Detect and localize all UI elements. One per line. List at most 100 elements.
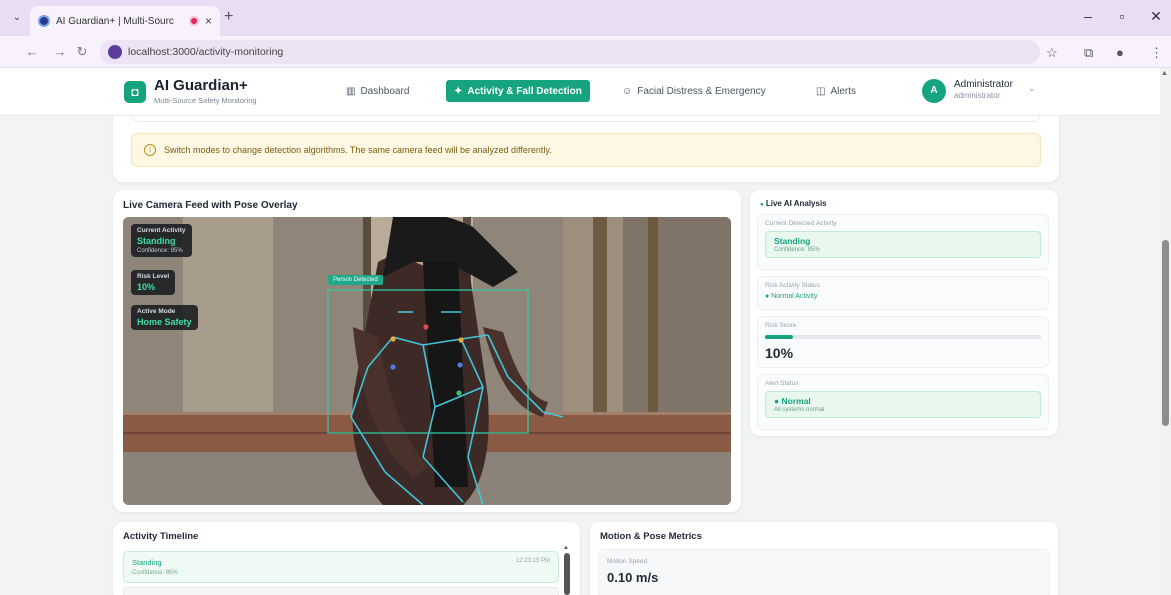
current-activity-box: Standing Confidence: 85%	[765, 231, 1041, 258]
tab-search-chevron-icon[interactable]: ⌄	[8, 10, 26, 26]
nav-dashboard[interactable]: ▥ Dashboard	[338, 80, 417, 102]
ai-analysis-title-text: Live AI Analysis	[765, 199, 827, 208]
pose-skeleton-line	[460, 338, 484, 388]
nav-alerts[interactable]: ◫ Alerts	[808, 80, 864, 102]
risk-score-section: Risk Score 10%	[757, 316, 1049, 368]
activity-icon: ✦	[454, 85, 463, 97]
timeline-item-time: 12:23:15 PM	[515, 558, 550, 564]
recording-indicator-icon	[188, 16, 199, 26]
pose-keypoint	[458, 337, 464, 343]
risk-status-section: Risk Activity Status ● Normal Activity	[757, 276, 1049, 310]
info-banner: i Switch modes to change detection algor…	[131, 133, 1041, 167]
pose-skeleton-line	[467, 386, 484, 458]
nav-alerts-label: Alerts	[830, 85, 857, 97]
new-tab-button[interactable]: +	[224, 8, 233, 26]
nav-activity-fall-detection[interactable]: ✦ Activity & Fall Detection	[446, 80, 590, 102]
site-info-icon[interactable]	[108, 45, 122, 59]
nav-activity-label: Activity & Fall Detection	[467, 85, 582, 97]
ai-analysis-title: ● Live AI Analysis	[760, 199, 827, 208]
timeline-item-activity: Standing	[132, 558, 162, 567]
overlay-active-mode: Active Mode Home Safety	[131, 305, 198, 330]
risk-status-value: ● Normal Activity	[765, 293, 818, 300]
tab-favicon-icon	[38, 15, 50, 27]
page-scroll-up-icon[interactable]: ▲	[1161, 70, 1168, 77]
overlay-mode-value: Home Safety	[137, 317, 192, 327]
activity-timeline-title: Activity Timeline	[123, 531, 199, 542]
browser-toolbar: ← → ↻ localhost:3000/activity-monitoring…	[0, 36, 1171, 68]
url-text: localhost:3000/activity-monitoring	[128, 46, 284, 58]
forward-arrow-icon[interactable]: →	[52, 44, 68, 59]
extensions-icon[interactable]: ⧉	[1084, 45, 1093, 61]
pose-skeleton-line	[434, 386, 484, 408]
current-activity-confidence: Confidence: 85%	[774, 247, 820, 253]
browser-menu-icon[interactable]: ⋮	[1150, 45, 1163, 61]
timeline-item[interactable]: Standing Confidence: 85% 12:23:15 PM	[123, 551, 559, 583]
tab-title: AI Guardian+ | Multi-Sourc	[56, 15, 174, 27]
browser-tab-strip: ⌄ AI Guardian+ | Multi-Sourc × + – ▫ ✕	[0, 0, 1171, 36]
timeline-item[interactable]	[123, 587, 559, 595]
alert-status-value: ● Normal	[774, 396, 811, 406]
nav-dashboard-label: Dashboard	[360, 85, 410, 97]
overlay-risk-label: Risk Level	[137, 273, 170, 280]
timeline-item-confidence: Confidence: 85%	[132, 570, 178, 576]
page-scrollbar-thumb[interactable]	[1162, 240, 1169, 426]
face-icon: ☺	[622, 85, 633, 97]
pose-keypoint	[456, 390, 462, 396]
pose-skeleton-line	[422, 456, 464, 503]
alert-status-section: Alert Status ● Normal All systems normal	[757, 374, 1049, 430]
overlay-risk-level: Risk Level 10%	[131, 270, 176, 295]
overlay-current-activity: Current Activity Standing Confidence: 85…	[131, 224, 192, 257]
user-menu-chevron-icon[interactable]: ⌄	[1028, 83, 1036, 94]
nav-facial-distress[interactable]: ☺ Facial Distress & Emergency	[614, 80, 774, 102]
nav-facial-label: Facial Distress & Emergency	[637, 85, 766, 97]
risk-score-label: Risk Score	[765, 322, 797, 329]
pose-keypoint	[390, 364, 396, 370]
risk-score-bar	[765, 335, 1041, 339]
motion-metrics-title: Motion & Pose Metrics	[600, 531, 702, 542]
motion-speed-label: Motion Speed	[607, 558, 648, 565]
user-role: administrator	[954, 91, 1001, 100]
overlay-mode-label: Active Mode	[137, 308, 176, 315]
camera-feed: Current Activity Standing Confidence: 85…	[123, 217, 731, 505]
alert-status-box: ● Normal All systems normal	[765, 391, 1041, 418]
pose-skeleton-line	[350, 416, 386, 473]
alert-status-sub: All systems normal	[774, 407, 825, 413]
brand-name: AI Guardian+	[154, 77, 248, 94]
timeline-scroll-up-icon[interactable]: ▲	[563, 545, 569, 551]
info-banner-text: Switch modes to change detection algorit…	[164, 145, 552, 155]
restore-icon[interactable]: ▫	[1112, 8, 1132, 24]
camera-feed-title: Live Camera Feed with Pose Overlay	[123, 200, 298, 211]
pose-skeleton-line	[487, 334, 509, 378]
pose-keypoint	[423, 324, 429, 330]
info-icon: i	[144, 144, 156, 156]
current-activity-section: Current Detected Activity Standing Confi…	[757, 214, 1049, 270]
brand-subtitle: Multi-Source Safety Monitoring	[154, 96, 257, 105]
alerts-icon: ◫	[816, 85, 826, 97]
window-close-icon[interactable]: ✕	[1146, 8, 1166, 25]
pose-skeleton-line	[542, 411, 564, 418]
live-dot-icon: ●	[760, 202, 764, 208]
pose-skeleton-line	[350, 366, 369, 418]
pose-skeleton-line	[422, 338, 462, 346]
pose-keypoint	[390, 336, 396, 342]
person-bounding-box	[327, 289, 529, 434]
overlay-activity-confidence: Confidence: 85%	[137, 248, 183, 254]
tab-close-icon[interactable]: ×	[205, 14, 212, 28]
avatar[interactable]: A	[922, 79, 946, 103]
pose-skeleton-line	[460, 334, 489, 340]
back-arrow-icon[interactable]: ←	[24, 44, 40, 59]
reload-icon[interactable]: ↻	[74, 44, 90, 60]
address-bar[interactable]: localhost:3000/activity-monitoring	[100, 40, 1040, 64]
pose-skeleton-line	[507, 376, 544, 413]
motion-speed-value: 0.10 m/s	[607, 570, 659, 585]
bookmark-star-icon[interactable]: ☆	[1046, 45, 1058, 61]
minimize-icon[interactable]: –	[1078, 8, 1098, 24]
motion-speed-box: Motion Speed 0.10 m/s	[598, 549, 1050, 595]
user-name[interactable]: Administrator	[954, 79, 1013, 90]
profile-icon[interactable]: ●	[1116, 45, 1124, 60]
shield-logo-icon: ◘	[124, 81, 146, 103]
pose-skeleton-line	[422, 344, 436, 408]
timeline-scrollbar[interactable]	[564, 553, 570, 595]
pose-keypoint	[457, 362, 463, 368]
browser-tab[interactable]: AI Guardian+ | Multi-Sourc ×	[30, 6, 220, 36]
